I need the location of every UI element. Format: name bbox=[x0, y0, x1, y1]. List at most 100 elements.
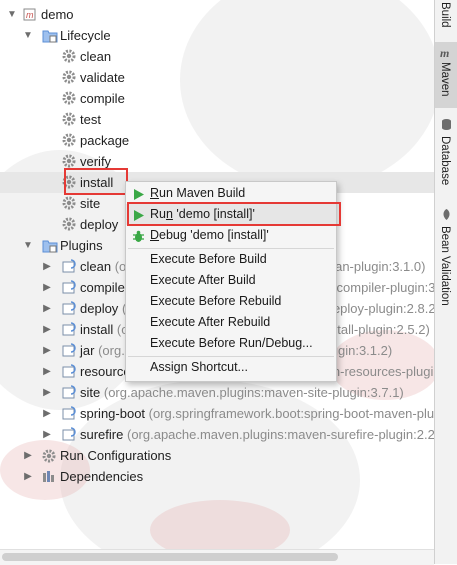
tree-node-demo[interactable]: ▼ m demo bbox=[0, 4, 434, 25]
plugin-detail: (org.apache.maven.plugins:maven-site-plu… bbox=[103, 385, 404, 400]
bean-validation-icon bbox=[440, 208, 453, 221]
lifecycle-phase-clean[interactable]: clean bbox=[0, 46, 434, 67]
plugin-name: clean bbox=[80, 259, 112, 274]
phase-label: deploy bbox=[80, 217, 119, 232]
tree-node-lifecycle[interactable]: ▼ Lifecycle bbox=[0, 25, 434, 46]
tab-maven[interactable]: m Maven bbox=[435, 42, 457, 108]
tree-node-label: Run Configurations bbox=[60, 448, 172, 463]
lifecycle-folder-icon bbox=[42, 28, 58, 43]
chevron-right-icon[interactable]: ▶ bbox=[23, 445, 33, 466]
chevron-right-icon[interactable]: ▶ bbox=[42, 319, 52, 340]
phase-label: test bbox=[80, 112, 101, 127]
menu-item-assign-shortcut[interactable]: Assign Shortcut... bbox=[126, 357, 336, 378]
plugin-detail: (org.apache.maven.plugins:maven-surefire… bbox=[126, 427, 457, 442]
plugin-item-spring-boot[interactable]: ▶ spring-boot (org.springframework.boot:… bbox=[0, 403, 456, 424]
plugin-icon bbox=[62, 301, 77, 316]
mnemonic: R bbox=[150, 186, 160, 200]
phase-label: clean bbox=[80, 49, 112, 64]
run-icon bbox=[132, 187, 145, 200]
plugin-name: install bbox=[80, 322, 114, 337]
menu-item-label: un Maven Build bbox=[159, 186, 246, 200]
plugin-icon bbox=[62, 406, 77, 421]
mnemonic: D bbox=[150, 228, 160, 242]
chevron-right-icon[interactable]: ▶ bbox=[42, 382, 52, 403]
plugin-icon bbox=[62, 259, 77, 274]
svg-text:m: m bbox=[26, 10, 34, 20]
menu-item-execute-before-rebuild[interactable]: Execute Before Rebuild bbox=[126, 291, 336, 312]
maven-icon: m bbox=[440, 46, 453, 60]
plugin-item-site[interactable]: ▶ site (org.apache.maven.plugins:maven-s… bbox=[0, 382, 434, 403]
plugin-name: spring-boot bbox=[80, 406, 146, 421]
gear-icon bbox=[62, 112, 77, 127]
tab-database[interactable]: Database bbox=[435, 114, 457, 190]
chevron-down-icon[interactable]: ▼ bbox=[23, 235, 33, 256]
tab-build[interactable]: Build bbox=[435, 0, 457, 40]
menu-item-label: Execute After Build bbox=[150, 273, 256, 287]
tree-node-dependencies[interactable]: ▶ Dependencies bbox=[0, 466, 434, 487]
phase-label: package bbox=[80, 133, 130, 148]
gear-icon bbox=[62, 91, 77, 106]
chevron-right-icon[interactable]: ▶ bbox=[42, 277, 52, 298]
menu-item-execute-after-build[interactable]: Execute After Build bbox=[126, 270, 336, 291]
gear-icon bbox=[62, 49, 77, 64]
chevron-right-icon[interactable]: ▶ bbox=[42, 256, 52, 277]
menu-item-label: Execute After Rebuild bbox=[150, 315, 271, 329]
menu-item-execute-before-build[interactable]: Execute Before Build bbox=[126, 249, 336, 270]
chevron-right-icon[interactable]: ▶ bbox=[42, 361, 52, 382]
plugin-icon bbox=[62, 385, 77, 400]
plugin-icon bbox=[62, 427, 77, 442]
lifecycle-phase-compile[interactable]: compile bbox=[0, 88, 434, 109]
plugin-detail: (org.springframework.boot:spring-boot-ma… bbox=[148, 406, 456, 421]
plugin-icon bbox=[62, 322, 77, 337]
chevron-right-icon[interactable]: ▶ bbox=[42, 340, 52, 361]
tab-label: Build bbox=[439, 2, 451, 28]
gear-icon bbox=[62, 154, 77, 169]
run-demo-highlight-box bbox=[127, 202, 341, 226]
debug-bug-icon bbox=[132, 229, 145, 242]
menu-item-execute-after-rebuild[interactable]: Execute After Rebuild bbox=[126, 312, 336, 333]
tool-window-strip: Build m Maven Database Bean Validation bbox=[434, 0, 457, 564]
tab-label: Bean Validation bbox=[439, 226, 451, 306]
menu-item-label: Assign Shortcut... bbox=[150, 360, 248, 374]
plugin-item-surefire[interactable]: ▶ surefire (org.apache.maven.plugins:mav… bbox=[0, 424, 457, 445]
plugin-name: compiler bbox=[80, 280, 130, 295]
lifecycle-phase-test[interactable]: test bbox=[0, 109, 434, 130]
dependencies-icon bbox=[42, 469, 57, 484]
tree-node-label: demo bbox=[41, 7, 74, 22]
chevron-right-icon[interactable]: ▶ bbox=[23, 466, 33, 487]
menu-item-label: Execute Before Build bbox=[150, 252, 267, 266]
plugin-name: jar bbox=[80, 343, 95, 358]
run-configurations-icon bbox=[42, 448, 57, 463]
chevron-right-icon[interactable]: ▶ bbox=[42, 424, 52, 445]
tree-node-label: Lifecycle bbox=[60, 28, 111, 43]
maven-module-icon: m bbox=[23, 7, 38, 22]
menu-item-label: Execute Before Rebuild bbox=[150, 294, 282, 308]
menu-item-execute-before-run-debug[interactable]: Execute Before Run/Debug... bbox=[126, 333, 336, 354]
tab-label: Maven bbox=[439, 62, 451, 97]
chevron-right-icon[interactable]: ▶ bbox=[42, 403, 52, 424]
tree-node-label: Dependencies bbox=[60, 469, 144, 484]
plugins-folder-icon bbox=[42, 238, 58, 253]
menu-item-label: ebug 'demo [install]' bbox=[159, 228, 269, 242]
tree-node-label: Plugins bbox=[60, 238, 103, 253]
chevron-down-icon[interactable]: ▼ bbox=[23, 25, 33, 46]
horizontal-scrollbar[interactable] bbox=[0, 549, 434, 565]
svg-text:m: m bbox=[440, 46, 449, 59]
tab-label: Database bbox=[439, 136, 451, 186]
lifecycle-phase-package[interactable]: package bbox=[0, 130, 434, 151]
chevron-down-icon[interactable]: ▼ bbox=[7, 4, 17, 25]
plugin-name: deploy bbox=[80, 301, 119, 316]
menu-item-label: Execute Before Run/Debug... bbox=[150, 336, 313, 350]
phase-label: compile bbox=[80, 91, 125, 106]
tab-bean-validation[interactable]: Bean Validation bbox=[435, 204, 457, 314]
lifecycle-phase-validate[interactable]: validate bbox=[0, 67, 434, 88]
chevron-right-icon[interactable]: ▶ bbox=[42, 298, 52, 319]
plugin-name: site bbox=[80, 385, 101, 400]
scrollbar-thumb[interactable] bbox=[2, 553, 338, 561]
plugin-icon bbox=[62, 364, 77, 379]
phase-label: site bbox=[80, 196, 101, 211]
gear-icon bbox=[62, 196, 77, 211]
menu-item-run-maven-build[interactable]: Run Maven Build bbox=[126, 183, 336, 204]
menu-item-debug-demo-install[interactable]: Debug 'demo [install]' bbox=[126, 225, 336, 246]
tree-node-run-configurations[interactable]: ▶ Run Configurations bbox=[0, 445, 434, 466]
